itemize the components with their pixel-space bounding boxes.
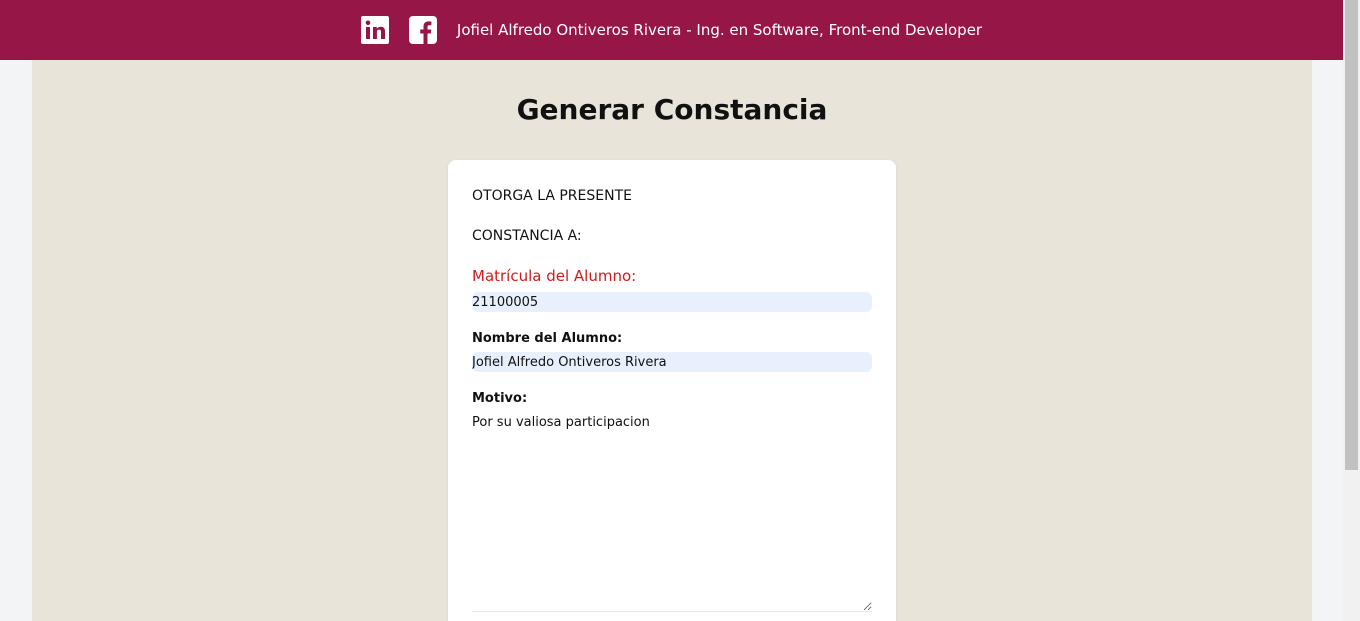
social-links [360,16,437,44]
linkedin-icon [360,16,389,44]
motivo-label: Motivo: [472,391,528,406]
vertical-scrollbar[interactable] [1343,0,1360,621]
matricula-input[interactable] [472,292,872,312]
constancia-form-card: OTORGA LA PRESENTE CONSTANCIA A: Matrícu… [448,160,896,621]
main-content: Generar Constancia OTORGA LA PRESENTE CO… [32,60,1312,621]
page-title: Generar Constancia [516,93,828,126]
matricula-label: Matrícula del Alumno: [472,267,637,285]
facebook-icon [408,16,437,44]
motivo-textarea[interactable]: Por su valiosa participacion [472,412,872,612]
scrollbar-thumb[interactable] [1345,0,1358,470]
author-credit: Jofiel Alfredo Ontiveros Rivera - Ing. e… [456,21,983,39]
facebook-link[interactable] [408,16,437,44]
nombre-label: Nombre del Alumno: [472,331,623,346]
linkedin-link[interactable] [360,16,389,44]
nombre-input[interactable] [472,352,872,372]
grant-text-line-2: CONSTANCIA A: [472,228,582,244]
grant-text-line-1: OTORGA LA PRESENTE [472,188,632,204]
top-bar: Jofiel Alfredo Ontiveros Rivera - Ing. e… [0,0,1343,60]
